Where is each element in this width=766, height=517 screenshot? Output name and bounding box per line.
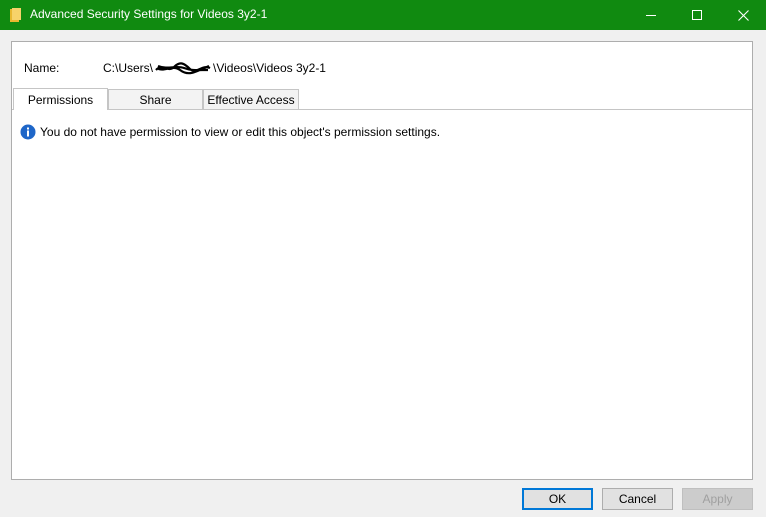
ok-button[interactable]: OK — [522, 488, 593, 510]
name-path: C:\Users\ \Videos\Videos 3y2-1 — [103, 61, 326, 75]
close-button[interactable] — [720, 0, 766, 30]
maximize-icon — [692, 10, 702, 20]
redaction-scribble — [155, 62, 211, 75]
path-suffix: \Videos\Videos 3y2-1 — [213, 61, 326, 75]
message-text: You do not have permission to view or ed… — [40, 125, 441, 139]
apply-button[interactable]: Apply — [682, 488, 753, 510]
tab-permissions[interactable]: Permissions — [13, 88, 108, 110]
tab-effective-access[interactable]: Effective Access — [203, 89, 299, 109]
cancel-button[interactable]: Cancel — [602, 488, 673, 510]
path-prefix: C:\Users\ — [103, 61, 154, 75]
window-title: Advanced Security Settings for Videos 3y… — [30, 7, 268, 21]
folder-icon — [10, 8, 21, 22]
close-icon — [737, 9, 749, 21]
minimize-icon — [646, 15, 656, 16]
tab-divider — [12, 109, 752, 110]
title-bar: Advanced Security Settings for Videos 3y… — [0, 0, 766, 30]
minimize-button[interactable] — [628, 0, 674, 30]
info-icon — [20, 124, 36, 140]
tab-strip: Permissions Share Effective Access — [12, 88, 752, 110]
security-panel: Name: C:\Users\ \Videos\Videos 3y2-1 Perm… — [11, 41, 753, 480]
name-label: Name: — [24, 61, 60, 75]
maximize-button[interactable] — [674, 0, 720, 30]
permission-message: You do not have permission to view or ed… — [20, 124, 440, 140]
tab-share[interactable]: Share — [108, 89, 203, 109]
